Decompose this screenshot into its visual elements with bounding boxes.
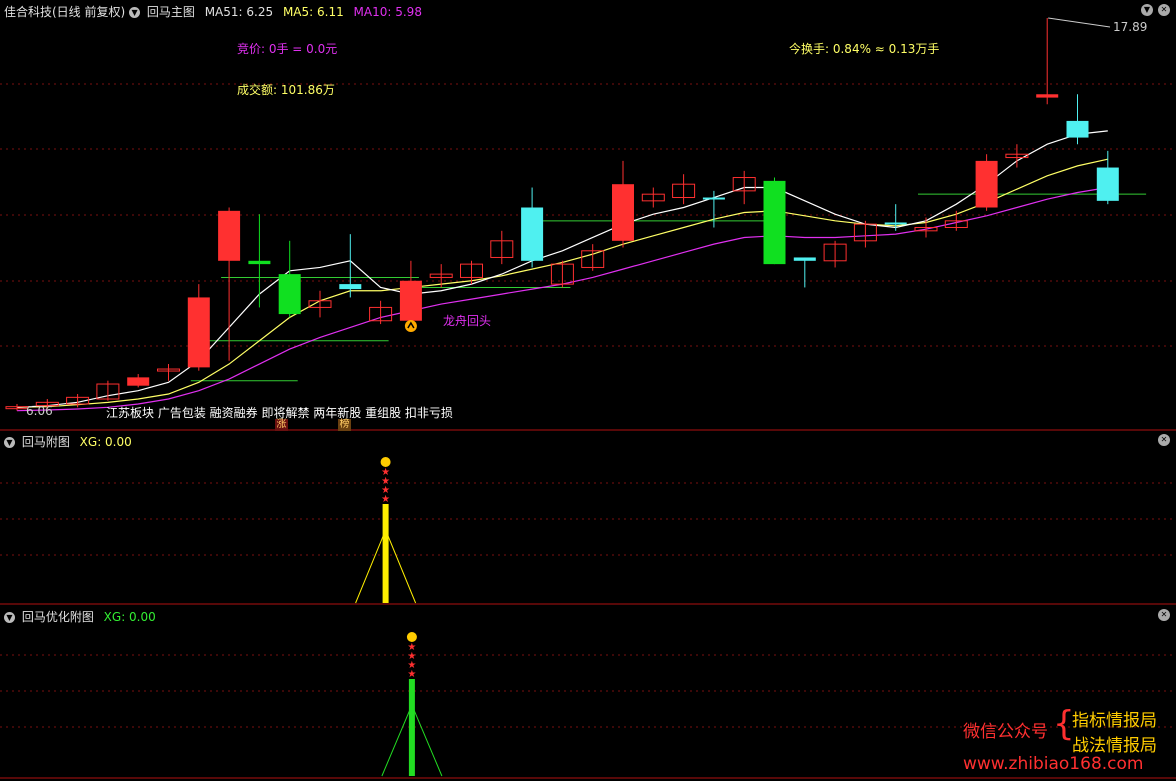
sub2-dropdown-icon[interactable]: ▼ (4, 612, 15, 623)
sub1-spike-star-icon: ★ (381, 467, 390, 478)
sub1-title[interactable]: 回马附图 (22, 435, 70, 449)
watermark-name-2: 战法情报局 (1072, 736, 1157, 756)
marker-bang[interactable]: 榜 (338, 419, 351, 431)
high-price-pointer (1048, 17, 1111, 28)
close-icon[interactable]: ✕ (1158, 4, 1170, 16)
ma5-label: MA5: 6.11 (282, 5, 344, 19)
stock-title[interactable]: 佳合科技(日线 前复权) (4, 5, 125, 19)
candle-body (521, 207, 544, 261)
signal-label: 龙舟回头 (443, 314, 492, 328)
dropdown-icon[interactable]: ▼ (129, 7, 141, 18)
sub2-title[interactable]: 回马优化附图 (22, 610, 94, 624)
candle-body (1036, 94, 1059, 98)
candle-body (702, 197, 725, 200)
candle-body (763, 180, 786, 265)
watermark-name-1: 指标情报局 (1072, 711, 1157, 731)
candle-body (187, 297, 210, 368)
chart-canvas: ★★★★★★★★ (0, 17, 1176, 779)
settings-icon[interactable]: ▼ (1141, 4, 1153, 16)
sub2-header: ▼ 回马优化附图 XG: 0.00 (4, 608, 156, 625)
candle-body (1096, 167, 1119, 201)
sub1-xg-label: XG: 0.00 (79, 435, 132, 449)
ma51-label: MA51: 6.25 (204, 5, 274, 19)
auction-label: 竞价: 0手 = 0.0元 (237, 42, 338, 56)
ma10-label: MA10: 5.98 (353, 5, 422, 19)
high-price-label: 17.89 (1113, 20, 1148, 34)
candle-body (975, 160, 998, 208)
candle-body (127, 377, 150, 386)
watermark-url: www.zhibiao168.com (963, 754, 1144, 774)
main-indicator-name[interactable]: 回马主图 (147, 5, 195, 19)
turnover-label: 今换手: 0.84% ≈ 0.13万手 (789, 42, 940, 56)
sub2-spike-bar (408, 679, 415, 776)
sub1-close-icon[interactable]: ✕ (1158, 434, 1170, 446)
sub1-header: ▼ 回马附图 XG: 0.00 (4, 433, 132, 450)
candle-body (399, 280, 422, 321)
candle-body (218, 210, 241, 261)
sub2-xg-label: XG: 0.00 (103, 610, 156, 624)
candle-body (248, 260, 271, 265)
wechat-label: 微信公众号 (963, 722, 1048, 742)
sub2-close-icon[interactable]: ✕ (1158, 609, 1170, 621)
amount-label: 成交额: 101.86万 (237, 83, 335, 97)
candle-body (1066, 120, 1089, 138)
marker-zhang[interactable]: 涨 (275, 419, 288, 431)
sub1-spike-bar (382, 504, 389, 603)
candle-body (339, 284, 362, 290)
candle-body (278, 274, 301, 315)
main-header: 佳合科技(日线 前复权) ▼ 回马主图 MA51: 6.25 MA5: 6.11… (4, 3, 422, 20)
sub2-spike-dot (406, 632, 417, 642)
candle-body (884, 222, 907, 225)
low-price-label: 6.06 (26, 404, 53, 418)
sub1-spike-dot (380, 457, 391, 467)
candle-body (793, 257, 816, 261)
sub2-spike-star-icon: ★ (407, 642, 416, 653)
sub1-dropdown-icon[interactable]: ▼ (4, 437, 15, 448)
candle-body (612, 184, 634, 241)
